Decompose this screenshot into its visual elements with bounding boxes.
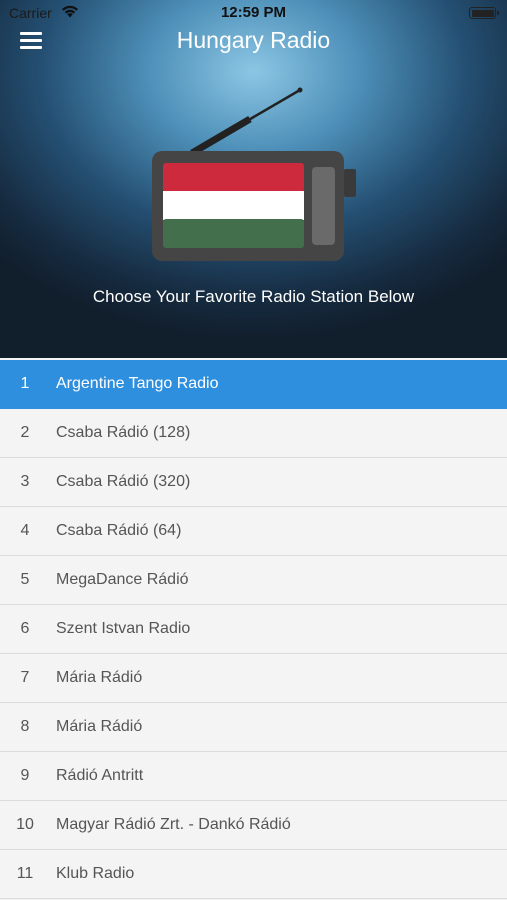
station-number: 7	[20, 669, 30, 686]
station-name: MegaDance Rádió	[56, 571, 189, 588]
station-number: 3	[20, 473, 30, 490]
list-item[interactable]: 11 Klub Radio	[0, 850, 507, 899]
list-item[interactable]: 5 MegaDance Rádió	[0, 556, 507, 605]
list-item[interactable]: 8 Mária Rádió	[0, 703, 507, 752]
list-item[interactable]: 2 Csaba Rádió (128)	[0, 409, 507, 458]
station-name: Csaba Rádió (320)	[56, 473, 191, 490]
page-title: Hungary Radio	[176, 27, 331, 53]
station-name: Csaba Rádió (64)	[56, 522, 182, 539]
station-name: Csaba Rádió (128)	[56, 424, 191, 441]
status-time: 12:59 PM	[220, 4, 287, 21]
station-number: 6	[20, 620, 30, 637]
status-bar: Carrier 12:59 PM	[0, 0, 507, 28]
battery-icon	[469, 7, 499, 19]
station-number: 4	[20, 522, 30, 539]
station-number: 10	[16, 816, 34, 833]
list-item[interactable]: 3 Csaba Rádió (320)	[0, 458, 507, 507]
list-item[interactable]: 9 Rádió Antritt	[0, 752, 507, 801]
station-number: 1	[20, 375, 30, 392]
station-number: 2	[20, 424, 30, 441]
list-item[interactable]: 1 Argentine Tango Radio	[0, 360, 507, 409]
station-name: Magyar Rádió Zrt. - Dankó Rádió	[56, 816, 291, 833]
station-name: Mária Rádió	[56, 718, 143, 735]
station-list: 1 Argentine Tango Radio 2 Csaba Rádió (128)…	[0, 360, 507, 899]
station-name: Mária Rádió	[56, 669, 143, 686]
list-item[interactable]: 7 Mária Rádió	[0, 654, 507, 703]
station-number: 11	[16, 865, 34, 882]
station-name: Klub Radio	[56, 865, 135, 882]
station-number: 5	[20, 571, 30, 588]
subtitle: Choose Your Favorite Radio Station Below	[92, 287, 415, 306]
list-item[interactable]: 4 Csaba Rádió (64)	[0, 507, 507, 556]
header-banner: Carrier 12:59 PM Hungary Radio Choose Yo…	[0, 0, 507, 358]
radio-flag-icon	[152, 87, 356, 261]
station-number: 9	[20, 767, 30, 784]
station-name: Argentine Tango Radio	[56, 375, 219, 392]
station-name: Szent Istvan Radio	[56, 620, 191, 637]
station-name: Rádió Antritt	[56, 767, 144, 784]
list-item[interactable]: 6 Szent Istvan Radio	[0, 605, 507, 654]
station-number: 8	[20, 718, 30, 735]
list-item[interactable]: 10 Magyar Rádió Zrt. - Dankó Rádió	[0, 801, 507, 850]
